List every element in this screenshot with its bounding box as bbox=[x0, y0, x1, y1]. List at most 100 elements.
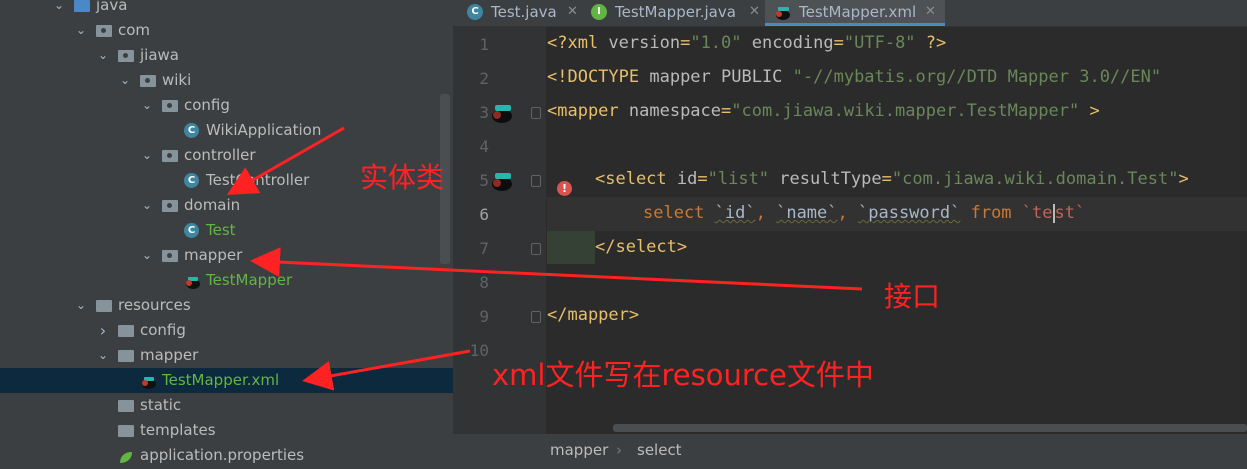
code-line-6: select `id`, `name`, `password` from `te… bbox=[643, 203, 1086, 223]
line-number: 1 bbox=[479, 35, 489, 54]
code-line-5: <select id="list" resultType="com.jiawa.… bbox=[595, 169, 1189, 189]
tab-label: Test.java bbox=[491, 3, 557, 21]
tree-item-label: domain bbox=[184, 196, 241, 214]
mybatis-gutter-icon[interactable] bbox=[489, 170, 517, 192]
close-icon[interactable]: ✕ bbox=[567, 0, 578, 24]
line-number: 6 bbox=[479, 205, 489, 224]
line-number: 3 bbox=[479, 103, 489, 122]
folder-icon bbox=[74, 0, 90, 12]
folder-icon bbox=[96, 300, 112, 312]
tree-item-label: resources bbox=[118, 296, 191, 314]
tree-item[interactable]: › config bbox=[0, 318, 453, 343]
tree-item-label: config bbox=[140, 321, 186, 339]
tab-testmapper-java[interactable]: I TestMapper.java ✕ bbox=[583, 0, 765, 26]
editor-tabs: C Test.java ✕ I TestMapper.java ✕ TestMa… bbox=[453, 0, 1247, 27]
error-icon[interactable]: ! bbox=[557, 181, 572, 196]
tree-item-label: jiawa bbox=[140, 46, 179, 64]
tab-testmapper-xml[interactable]: TestMapper.xml ✕ bbox=[765, 0, 945, 26]
folder-icon bbox=[118, 400, 134, 412]
tab-test-java[interactable]: C Test.java ✕ bbox=[459, 0, 579, 26]
tree-item[interactable]: C WikiApplication bbox=[0, 118, 453, 143]
tree-item-label: controller bbox=[184, 146, 256, 164]
close-icon[interactable]: ✕ bbox=[925, 0, 936, 24]
line-number: 8 bbox=[479, 273, 489, 292]
editor-area: C Test.java ✕ I TestMapper.java ✕ TestMa… bbox=[453, 0, 1247, 469]
breadcrumb: mapper › select bbox=[453, 434, 1247, 469]
tree-item[interactable]: C Test bbox=[0, 218, 453, 243]
package-icon bbox=[162, 150, 178, 162]
folder-icon bbox=[118, 325, 134, 337]
line-number: 9 bbox=[479, 307, 489, 326]
mybatis-gutter-icon[interactable] bbox=[489, 102, 517, 124]
tree-item[interactable]: ⌄ mapper bbox=[0, 243, 453, 268]
code-line-2: <!DOCTYPE mapper PUBLIC "-//mybatis.org/… bbox=[547, 67, 1162, 87]
annotation-entity: 实体类 bbox=[360, 161, 445, 194]
class-icon: C bbox=[184, 173, 199, 188]
chevron-down-icon[interactable]: ⌄ bbox=[96, 43, 110, 68]
interface-icon: I bbox=[591, 4, 607, 20]
tab-label: TestMapper.java bbox=[615, 3, 736, 21]
line-number: 10 bbox=[469, 341, 489, 360]
chevron-down-icon[interactable]: ⌄ bbox=[140, 243, 154, 268]
tree-item[interactable]: application.properties bbox=[0, 443, 453, 468]
fold-marker-icon[interactable] bbox=[531, 175, 541, 187]
fold-marker-icon[interactable] bbox=[531, 107, 541, 119]
tree-item-label: wiki bbox=[162, 71, 192, 89]
package-icon bbox=[118, 50, 134, 62]
chevron-right-icon[interactable]: › bbox=[96, 318, 110, 343]
mybatis-icon bbox=[773, 4, 793, 28]
breadcrumb-item-mapper[interactable]: mapper bbox=[550, 434, 608, 467]
chevron-down-icon[interactable]: ⌄ bbox=[140, 93, 154, 118]
tree-item-label: TestMapper.xml bbox=[162, 371, 280, 389]
folder-icon bbox=[118, 425, 134, 437]
folder-icon bbox=[118, 350, 134, 362]
tree-item-label: Test bbox=[206, 221, 236, 239]
package-icon bbox=[162, 100, 178, 112]
chevron-down-icon[interactable]: ⌄ bbox=[140, 143, 154, 168]
tree-item-label: mapper bbox=[140, 346, 199, 364]
close-icon[interactable]: ✕ bbox=[749, 0, 760, 24]
line-number: 5 bbox=[479, 171, 489, 190]
tree-item[interactable]: ⌄ config bbox=[0, 93, 453, 118]
class-icon: C bbox=[467, 4, 483, 20]
class-icon: C bbox=[184, 223, 199, 238]
code-line-7: </select> bbox=[595, 237, 688, 257]
tree-item-label: com bbox=[118, 21, 151, 39]
horizontal-scrollbar[interactable] bbox=[613, 424, 1247, 432]
code-line-3: <mapper namespace="com.jiawa.wiki.mapper… bbox=[547, 101, 1100, 121]
chevron-down-icon[interactable]: ⌄ bbox=[140, 193, 154, 218]
tree-item[interactable]: ⌄ java bbox=[0, 0, 453, 18]
tree-item[interactable]: static bbox=[0, 393, 453, 418]
breadcrumb-item-select[interactable]: select bbox=[637, 434, 682, 467]
spring-leaf-icon bbox=[118, 448, 133, 463]
line-number: 4 bbox=[479, 137, 489, 156]
tree-item[interactable]: TestMapper.xml bbox=[0, 368, 453, 393]
code-line-9: </mapper> bbox=[547, 305, 640, 325]
chevron-down-icon[interactable]: ⌄ bbox=[96, 343, 110, 368]
chevron-down-icon[interactable]: ⌄ bbox=[74, 293, 88, 318]
tree-item[interactable]: ⌄ jiawa bbox=[0, 43, 453, 68]
chevron-down-icon[interactable]: ⌄ bbox=[118, 68, 132, 93]
tree-item[interactable]: ⌄ wiki bbox=[0, 68, 453, 93]
fold-marker-icon[interactable] bbox=[531, 311, 541, 323]
tree-item[interactable]: ⌄ domain bbox=[0, 193, 453, 218]
tree-item-label: TestMapper bbox=[206, 271, 293, 289]
chevron-down-icon[interactable]: ⌄ bbox=[74, 18, 88, 43]
fold-marker-icon[interactable] bbox=[531, 243, 541, 255]
tree-item-label: config bbox=[184, 96, 230, 114]
tree-item[interactable]: ⌄ mapper bbox=[0, 343, 453, 368]
project-tool-window: ⌄ java ⌄ com ⌄ jiawa ⌄ wiki ⌄ config C WikiApplicat… bbox=[0, 0, 453, 469]
package-icon bbox=[162, 250, 178, 262]
tree-item[interactable]: templates bbox=[0, 418, 453, 443]
annotation-xml-note: xml文件写在resource文件中 bbox=[492, 358, 874, 392]
tree-item-label: templates bbox=[140, 421, 216, 439]
tree-item[interactable]: TestMapper bbox=[0, 268, 453, 293]
tree-item[interactable]: ⌄ com bbox=[0, 18, 453, 43]
tab-label: TestMapper.xml bbox=[799, 3, 917, 21]
breadcrumb-separator: › bbox=[616, 441, 622, 459]
package-icon bbox=[96, 25, 112, 37]
chevron-down-icon[interactable]: ⌄ bbox=[52, 0, 66, 18]
tree-item-label: application.properties bbox=[140, 446, 305, 464]
tree-item[interactable]: ⌄ resources bbox=[0, 293, 453, 318]
tree-item-label: java bbox=[96, 0, 128, 14]
